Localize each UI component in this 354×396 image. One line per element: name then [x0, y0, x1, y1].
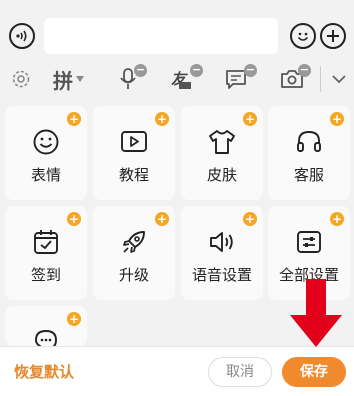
add-badge[interactable]: +	[67, 312, 81, 326]
tile-label: 表情	[30, 166, 61, 184]
tile-voice-settings[interactable]: + 语音设置	[181, 206, 263, 300]
chevron-down-icon	[332, 75, 346, 84]
plus-icon	[327, 30, 339, 42]
add-badge[interactable]: +	[330, 112, 344, 126]
collapse-button[interactable]	[324, 58, 354, 100]
chat-bubble-icon	[35, 330, 57, 346]
calendar-check-icon	[34, 230, 58, 254]
tile-label: 教程	[118, 166, 149, 184]
toolbar-voice-item[interactable]: −	[110, 58, 147, 100]
restore-defaults-button[interactable]: 恢复默认	[14, 361, 74, 382]
add-badge[interactable]: +	[67, 212, 81, 226]
emoji-button[interactable]	[290, 23, 316, 49]
tile-skin[interactable]: + 皮肤	[181, 106, 263, 200]
add-badge[interactable]: +	[67, 112, 81, 126]
remove-badge[interactable]: −	[134, 64, 147, 77]
remove-badge[interactable]: −	[298, 64, 311, 77]
headset-icon	[297, 131, 321, 152]
red-arrow-annotation	[290, 279, 342, 347]
speaker-icon	[210, 232, 233, 252]
settings-button[interactable]	[6, 58, 36, 100]
add-badge[interactable]: +	[243, 112, 257, 126]
tile-label: 签到	[30, 266, 61, 284]
gear-icon	[12, 70, 30, 88]
pinyin-label: 拼	[53, 68, 73, 93]
smiley-icon	[33, 129, 59, 155]
save-button[interactable]: 保存	[282, 357, 346, 387]
dropdown-triangle-icon	[76, 76, 84, 82]
toolbar-divider	[320, 66, 321, 92]
sliders-icon	[297, 231, 321, 253]
tile-emoji[interactable]: + 表情	[5, 106, 87, 200]
tile-checkin[interactable]: + 签到	[5, 206, 87, 300]
tile-tutorial[interactable]: + 教程	[93, 106, 175, 200]
tile-label: 升级	[118, 266, 149, 284]
tile-label: 语音设置	[191, 266, 252, 284]
remove-badge[interactable]: −	[190, 64, 203, 77]
keyboard-toolbar: 拼 − 友 − − −	[0, 58, 354, 100]
input-row	[0, 14, 354, 58]
add-badge[interactable]: +	[243, 212, 257, 226]
text-input[interactable]	[44, 18, 278, 54]
rocket-icon	[123, 231, 145, 253]
toolbar-message-item[interactable]: −	[216, 58, 257, 100]
voice-wave-button[interactable]	[9, 23, 35, 49]
add-button[interactable]	[320, 23, 346, 49]
smiley-icon	[297, 32, 309, 41]
input-method-switch[interactable]: 拼	[46, 58, 92, 100]
tile-customer-service[interactable]: + 客服	[268, 106, 350, 200]
toolbar-camera-item[interactable]: −	[272, 58, 312, 100]
add-badge[interactable]: +	[330, 212, 344, 226]
tile-upgrade[interactable]: + 升级	[93, 206, 175, 300]
tile-label: 客服	[293, 166, 324, 184]
tshirt-icon	[209, 130, 235, 154]
toolbar-friend-item[interactable]: 友 −	[162, 58, 203, 100]
add-badge[interactable]: +	[155, 212, 169, 226]
add-badge[interactable]: +	[155, 112, 169, 126]
tile-chat[interactable]: +	[5, 306, 87, 346]
sound-wave-icon	[16, 30, 27, 42]
tile-label: 皮肤	[206, 166, 237, 184]
cancel-button[interactable]: 取消	[208, 357, 272, 387]
video-play-icon	[121, 131, 147, 152]
bottom-action-bar: 恢复默认 取消 保存	[0, 346, 354, 396]
remove-badge[interactable]: −	[244, 64, 257, 77]
